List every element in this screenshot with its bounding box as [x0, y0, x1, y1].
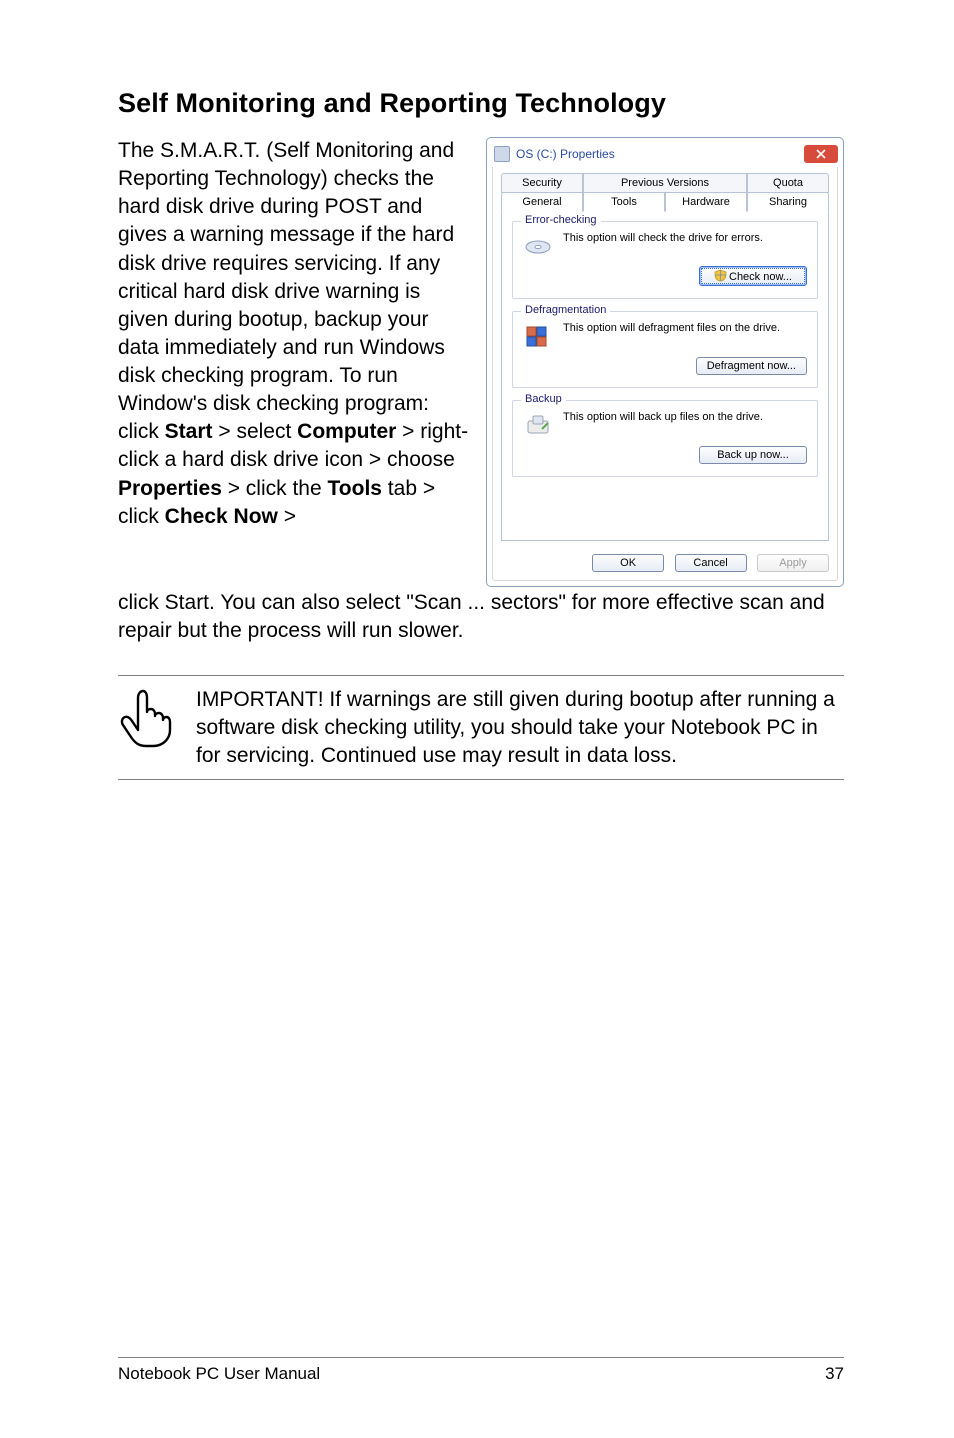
- defragment-now-button[interactable]: Defragment now...: [696, 357, 807, 375]
- shield-icon: [714, 269, 727, 282]
- group-error-checking: Error-checking This option will check th…: [512, 221, 818, 299]
- dialog-titlebar: OS (C:) Properties: [492, 143, 838, 167]
- important-note: IMPORTANT! If warnings are still given d…: [118, 675, 844, 780]
- group-defragmentation: Defragmentation This option will defragm…: [512, 311, 818, 388]
- cancel-button[interactable]: Cancel: [675, 554, 747, 572]
- note-text: IMPORTANT! If warnings are still given d…: [196, 686, 842, 769]
- group-backup: Backup This option will back up files on…: [512, 400, 818, 477]
- footer-left: Notebook PC User Manual: [118, 1364, 320, 1384]
- dialog-title: OS (C:) Properties: [516, 147, 804, 161]
- tab-security[interactable]: Security: [501, 173, 583, 193]
- tab-previous-versions[interactable]: Previous Versions: [583, 173, 747, 193]
- apply-button: Apply: [757, 554, 829, 572]
- dialog-footer-buttons: OK Cancel Apply: [501, 553, 829, 572]
- check-now-label: Check now...: [729, 271, 792, 283]
- drive-icon: [494, 146, 510, 162]
- ok-button[interactable]: OK: [592, 554, 664, 572]
- defrag-icon: [523, 322, 553, 352]
- tab-general[interactable]: General: [501, 192, 583, 212]
- back-up-now-button[interactable]: Back up now...: [699, 446, 807, 464]
- tab-quota[interactable]: Quota: [747, 173, 829, 193]
- group-text: This option will defragment files on the…: [563, 322, 807, 334]
- body-text: The S.M.A.R.T. (Self Monitoring and Repo…: [118, 137, 472, 531]
- section-heading: Self Monitoring and Reporting Technology: [118, 88, 844, 119]
- backup-icon: [523, 411, 553, 441]
- group-text: This option will check the drive for err…: [563, 232, 807, 244]
- tab-panel-tools: Error-checking This option will check th…: [501, 211, 829, 541]
- group-text: This option will back up files on the dr…: [563, 411, 807, 423]
- disk-check-icon: [523, 232, 553, 262]
- group-title: Defragmentation: [521, 304, 610, 316]
- hand-icon: [118, 686, 174, 769]
- tabs-back-row: Security Previous Versions Quota: [501, 173, 829, 193]
- check-now-button[interactable]: Check now...: [699, 266, 807, 286]
- close-icon[interactable]: [804, 145, 838, 163]
- properties-dialog: OS (C:) Properties Security Previous Ver…: [486, 137, 844, 587]
- page-footer: Notebook PC User Manual 37: [118, 1357, 844, 1384]
- tab-hardware[interactable]: Hardware: [665, 192, 747, 212]
- footer-page-number: 37: [825, 1364, 844, 1384]
- group-title: Error-checking: [521, 214, 601, 226]
- tab-tools[interactable]: Tools: [583, 192, 665, 212]
- group-title: Backup: [521, 393, 566, 405]
- tab-sharing[interactable]: Sharing: [747, 192, 829, 212]
- body-text-continued: click Start. You can also select "Scan .…: [118, 589, 844, 645]
- tabs-front-row: General Tools Hardware Sharing: [501, 192, 829, 212]
